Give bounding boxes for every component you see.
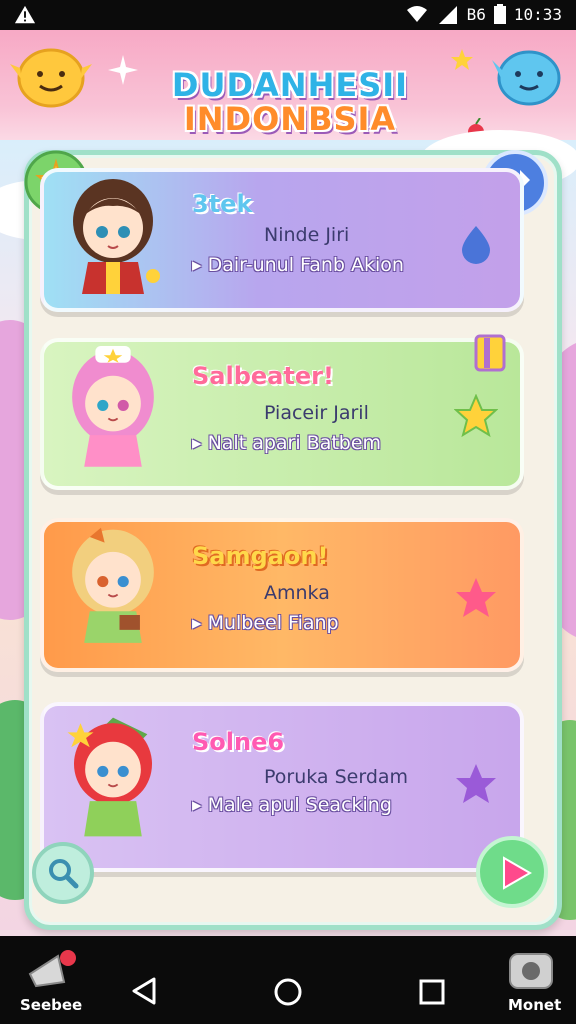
card-subtitle-2: Piaceir Jaril — [264, 402, 369, 424]
card-title-1: 3tek — [192, 190, 253, 218]
star-icon — [456, 764, 496, 803]
home-icon[interactable] — [272, 976, 304, 1008]
play-icon — [503, 856, 532, 890]
megaphone-icon — [28, 950, 76, 988]
character-avatar-2 — [72, 346, 154, 467]
card-detail-2: ▸ Nalt apari Batbem — [192, 432, 382, 454]
blue-mascot-icon — [492, 50, 561, 106]
play-next-button[interactable] — [476, 836, 548, 908]
drop-icon — [462, 226, 490, 264]
search-icon — [49, 859, 79, 889]
seebee-label: Seebee — [20, 996, 83, 1014]
card-title-3: Samgaon! — [192, 542, 329, 570]
signal-icon — [438, 6, 457, 24]
card-detail-3: ▸ Mulbeel Fianp — [192, 612, 339, 634]
sparkle-icon — [108, 55, 138, 85]
character-avatar-3 — [72, 527, 154, 643]
card-subtitle-4: Poruka Serdam — [264, 766, 409, 788]
card-bookmark-icon — [474, 334, 506, 372]
warning-icon — [14, 5, 36, 24]
bottom-navigation-bar: Seebee Monet — [0, 936, 576, 1024]
seebee-nav-button[interactable]: Seebee — [14, 946, 84, 1022]
sun-mascot-icon — [10, 48, 92, 108]
character-avatar-4 — [67, 717, 152, 837]
character-card-3[interactable]: Samgaon! Amnka ▸ Mulbeel Fianp — [40, 518, 524, 672]
wifi-icon — [406, 6, 427, 22]
title-line-1: DUDANHESII — [171, 66, 409, 104]
clock: 10:33 — [513, 4, 562, 24]
status-bar: B6 10:33 — [0, 0, 576, 30]
card-subtitle-3: Amnka — [264, 582, 330, 604]
character-card-2[interactable]: Salbeater! Piaceir Jaril ▸ Nalt apari Ba… — [40, 338, 524, 490]
battery-icon — [493, 4, 506, 24]
character-card-4[interactable]: Solne6 Poruka Serdam ▸ Male apul Seackin… — [40, 702, 524, 872]
character-card-1[interactable]: 3tek Ninde Jiri ▸ Dair-unul Fanb Akion — [40, 168, 524, 312]
network-type: B6 — [466, 4, 486, 24]
app-header: DUDANHESII INDONBSIA — [0, 30, 576, 140]
card-title-2: Salbeater! — [192, 362, 334, 390]
star-icon — [456, 578, 496, 617]
card-detail-4: ▸ Male apul Seacking — [192, 794, 392, 816]
monet-label: Monet — [508, 996, 562, 1014]
card-subtitle-1: Ninde Jiri — [264, 224, 350, 246]
back-icon[interactable] — [130, 976, 158, 1006]
settings-gear-icon — [509, 953, 553, 989]
app-title: DUDANHESII INDONBSIA — [140, 68, 440, 136]
card-detail-1: ▸ Dair-unul Fanb Akion — [192, 254, 404, 276]
character-avatar-1 — [73, 179, 160, 294]
star-icon — [454, 394, 498, 438]
star-decoration-icon — [451, 49, 473, 70]
title-line-2: INDONBSIA — [183, 100, 397, 138]
search-button[interactable] — [32, 842, 94, 904]
monet-nav-button[interactable]: Monet — [496, 946, 566, 1022]
card-title-4: Solne6 — [192, 728, 285, 756]
recents-icon[interactable] — [418, 978, 446, 1006]
